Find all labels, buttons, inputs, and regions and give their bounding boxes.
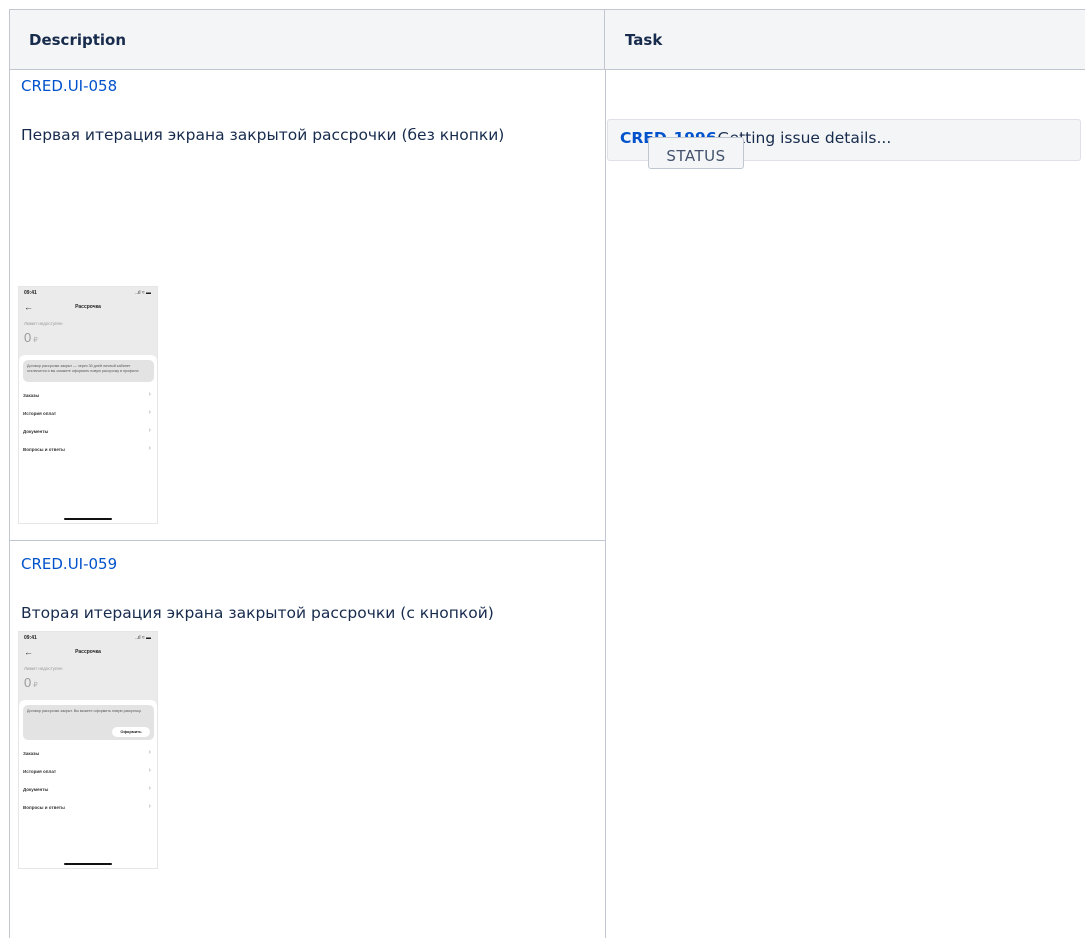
limit-amount: 0 ₽: [24, 330, 38, 345]
phone-time: 09:41: [24, 290, 37, 296]
column-header-task: Task: [605, 10, 1085, 70]
chevron-right-icon: ›: [148, 445, 151, 452]
apply-button: Оформить: [112, 727, 150, 737]
menu-item: История оплат ›: [23, 409, 151, 416]
row-description: Первая итерация экрана закрытой рассрочк…: [21, 126, 505, 144]
chevron-right-icon: ›: [148, 427, 151, 434]
limit-amount: 0 ₽: [24, 675, 38, 690]
chevron-right-icon: ›: [148, 409, 151, 416]
column-header-description: Description: [10, 10, 605, 70]
menu-item: Документы ›: [23, 427, 151, 434]
home-indicator: [64, 518, 112, 520]
row-description: Вторая итерация экрана закрытой рассрочк…: [21, 604, 494, 622]
row-divider: [10, 540, 605, 541]
chevron-right-icon: ›: [148, 767, 151, 774]
menu-item: Заказы ›: [23, 749, 151, 756]
signal-wifi-battery-icon: ..ıl ≈ ▬: [135, 290, 151, 296]
menu-item: Вопросы и ответы ›: [23, 803, 151, 810]
menu-item: Документы ›: [23, 785, 151, 792]
home-indicator: [64, 863, 112, 865]
phone-header-area: [19, 632, 157, 710]
phone-screen-title: Рассрочка: [75, 649, 101, 655]
limit-label: Лимит недоступен: [24, 666, 63, 671]
closed-contract-note: Договор рассрочки закрыт. Вы можете офор…: [23, 705, 154, 740]
requirement-link-059[interactable]: CRED.UI-059: [21, 555, 117, 573]
menu-item: Заказы ›: [23, 391, 151, 398]
requirement-link-058[interactable]: CRED.UI-058: [21, 77, 117, 95]
phone-mockup-image: 09:41 ..ıl ≈ ▬ ← Рассрочка Лимит недосту…: [18, 286, 158, 524]
chevron-right-icon: ›: [148, 391, 151, 398]
chevron-right-icon: ›: [148, 803, 151, 810]
signal-wifi-battery-icon: ..ıl ≈ ▬: [135, 635, 151, 641]
closed-contract-note: Договор рассрочки закрыт — через 30 дней…: [23, 360, 154, 382]
menu-item: История оплат ›: [23, 767, 151, 774]
phone-sheet: Договор рассрочки закрыт — через 30 дней…: [19, 355, 157, 523]
jira-status-lozenge: STATUS: [648, 137, 744, 169]
phone-mockup-image: 09:41 ..ıl ≈ ▬ ← Рассрочка Лимит недосту…: [18, 631, 158, 869]
limit-label: Лимит недоступен: [24, 321, 63, 326]
chevron-right-icon: ›: [148, 749, 151, 756]
phone-sheet: Договор рассрочки закрыт. Вы можете офор…: [19, 700, 157, 868]
chevron-right-icon: ›: [148, 785, 151, 792]
menu-item: Вопросы и ответы ›: [23, 445, 151, 452]
phone-header-area: [19, 287, 157, 365]
phone-screen-title: Рассрочка: [75, 304, 101, 310]
phone-time: 09:41: [24, 635, 37, 641]
column-divider: [605, 70, 606, 938]
